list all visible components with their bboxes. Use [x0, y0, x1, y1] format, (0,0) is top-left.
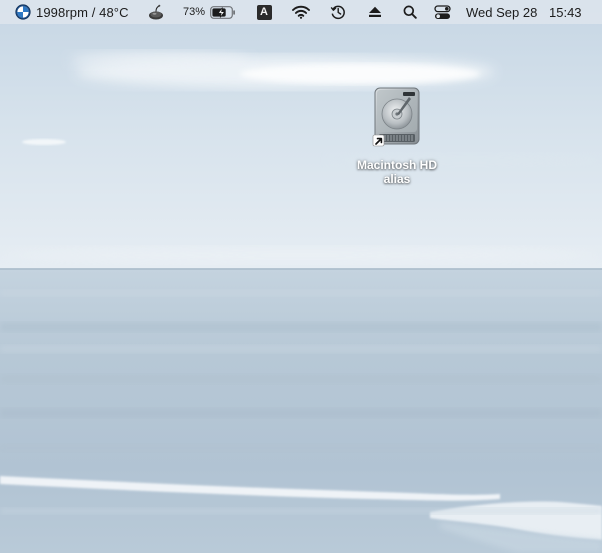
alias-arrow-icon	[372, 134, 385, 147]
control-center-button[interactable]	[432, 0, 452, 24]
spotlight-search-button[interactable]	[401, 0, 419, 24]
battery-menu[interactable]: 73%	[183, 0, 236, 24]
fan-status-menu[interactable]: 1998rpm / 48°C	[15, 0, 129, 24]
menu-bar-date[interactable]: Wed Sep 28	[466, 0, 537, 24]
fan-control-icon	[15, 4, 31, 20]
input-source-letter: A	[260, 6, 268, 18]
eject-menu[interactable]	[366, 0, 384, 24]
time-machine-icon	[330, 4, 346, 20]
battery-icon	[210, 5, 236, 19]
wifi-menu[interactable]	[291, 0, 311, 24]
eject-icon	[368, 6, 382, 18]
desktop-item-label-line2: alias	[383, 172, 411, 186]
desktop-wallpaper	[0, 0, 602, 553]
fan-status-text: 1998rpm / 48°C	[36, 4, 129, 20]
menu-bar: 1998rpm / 48°C 73% A Wed Sep 28 15:43	[0, 0, 602, 24]
desktop-screen: 1998rpm / 48°C 73% A Wed Sep 28 15:43 Ma…	[0, 0, 602, 553]
input-source-icon: A	[256, 4, 272, 20]
bomb-menu[interactable]	[146, 0, 166, 24]
time-machine-menu[interactable]	[328, 0, 348, 24]
input-source-menu[interactable]: A	[256, 0, 272, 24]
control-center-icon	[433, 4, 451, 20]
wifi-icon	[292, 5, 310, 19]
spotlight-search-icon	[403, 5, 417, 19]
menu-bar-time[interactable]: 15:43	[549, 0, 582, 24]
desktop-item-label: Macintosh HD alias	[344, 158, 450, 186]
desktop-item-label-line1: Macintosh HD	[356, 158, 437, 172]
desktop-item-macintosh-hd-alias[interactable]: Macintosh HD alias	[344, 85, 450, 186]
battery-percent: 73%	[183, 6, 206, 18]
hard-drive-alias-icon	[365, 85, 429, 149]
bomb-icon	[147, 3, 165, 21]
